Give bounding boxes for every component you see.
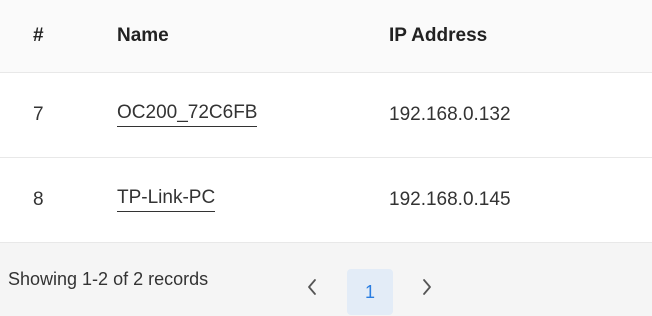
column-header-number: # bbox=[33, 25, 44, 46]
table-row: 7 OC200_72C6FB 192.168.0.132 bbox=[0, 73, 652, 158]
device-name-cell: OC200_72C6FB bbox=[117, 73, 258, 157]
records-summary: Showing 1-2 of 2 records bbox=[8, 269, 209, 289]
chevron-right-icon bbox=[423, 279, 431, 295]
row-number: 7 bbox=[33, 104, 44, 125]
next-page-button[interactable] bbox=[413, 270, 441, 304]
table-row: 8 TP-Link-PC 192.168.0.145 bbox=[0, 158, 652, 243]
device-name-link[interactable]: OC200_72C6FB bbox=[117, 102, 258, 127]
table-header: # Name IP Address bbox=[0, 0, 652, 73]
device-name-link[interactable]: TP-Link-PC bbox=[117, 187, 216, 212]
column-header-ip-address[interactable]: IP Address bbox=[389, 0, 487, 72]
previous-page-button[interactable] bbox=[298, 270, 326, 304]
page-number-button[interactable]: 1 bbox=[347, 269, 393, 315]
ip-address-cell: 192.168.0.132 bbox=[389, 104, 511, 125]
pagination-bar: Showing 1-2 of 2 records 1 bbox=[0, 243, 652, 316]
device-name-cell: TP-Link-PC bbox=[117, 158, 216, 242]
row-number: 8 bbox=[33, 189, 44, 210]
client-table-panel: # Name IP Address 7 OC200_72C6FB 192.168… bbox=[0, 0, 652, 316]
column-header-name[interactable]: Name bbox=[117, 0, 169, 72]
ip-address-cell: 192.168.0.145 bbox=[389, 189, 511, 210]
chevron-left-icon bbox=[308, 279, 316, 295]
